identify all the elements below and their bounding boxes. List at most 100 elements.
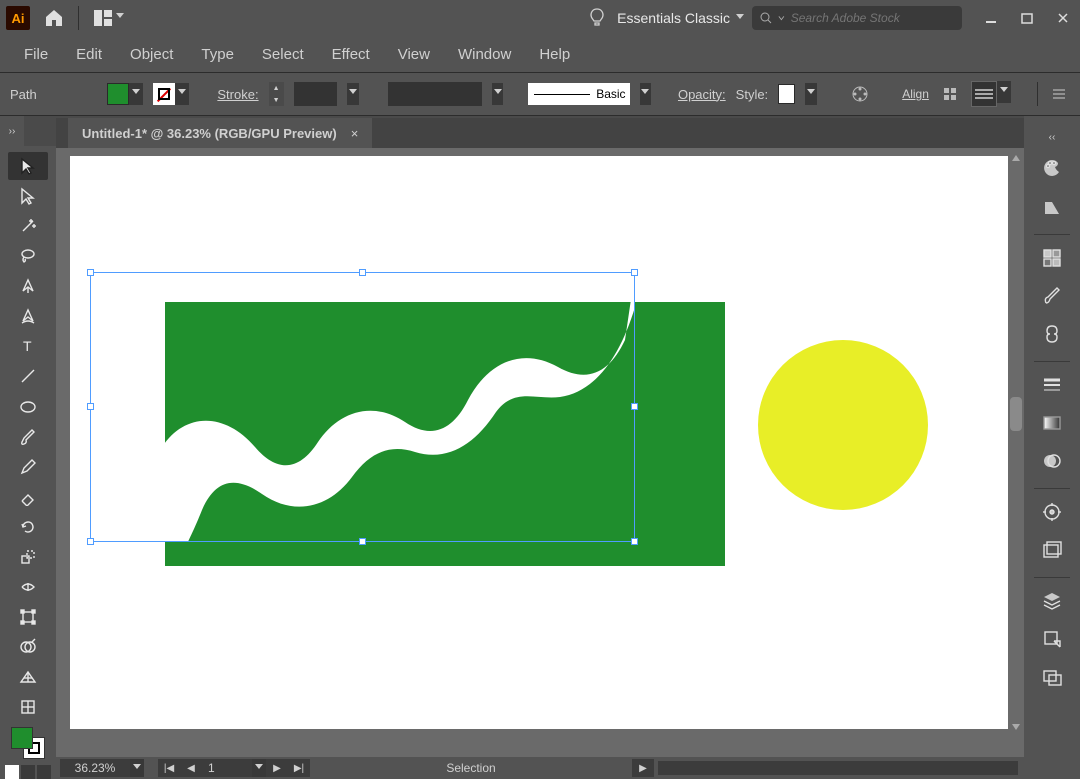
fill-swatch[interactable] — [107, 83, 129, 105]
menu-effect[interactable]: Effect — [318, 38, 384, 71]
menu-window[interactable]: Window — [444, 38, 525, 71]
rotate-tool[interactable] — [8, 513, 48, 541]
perspective-grid-tool[interactable] — [8, 663, 48, 691]
line-tool[interactable] — [8, 362, 48, 390]
gradient-mode-button[interactable] — [21, 765, 35, 779]
free-transform-tool[interactable] — [8, 603, 48, 631]
selection-handle[interactable] — [631, 538, 638, 545]
align-label[interactable]: Align — [902, 87, 929, 101]
yellow-circle-shape[interactable] — [758, 340, 928, 510]
fill-indicator[interactable] — [11, 727, 33, 749]
style-dropdown[interactable] — [805, 83, 817, 105]
artboard-dropdown[interactable] — [252, 759, 266, 777]
variable-width-field[interactable] — [388, 82, 482, 106]
horizontal-scrollbar[interactable] — [658, 761, 1018, 775]
zoom-level-field[interactable]: 36.23% — [60, 759, 130, 777]
brush-dropdown[interactable] — [640, 83, 652, 105]
pencil-tool[interactable] — [8, 453, 48, 481]
color-guide-panel-button[interactable] — [1032, 190, 1072, 224]
curvature-tool[interactable] — [8, 302, 48, 330]
none-mode-button[interactable] — [37, 765, 51, 779]
transform-dropdown[interactable] — [997, 81, 1011, 103]
mesh-tool[interactable] — [8, 693, 48, 721]
stroke-weight-stepper[interactable]: ▲▼ — [269, 82, 284, 106]
recolor-artwork-button[interactable] — [849, 81, 871, 107]
vertical-scrollbar[interactable] — [1010, 156, 1022, 729]
close-button[interactable] — [1052, 7, 1074, 29]
selection-handle[interactable] — [87, 538, 94, 545]
scroll-up-icon[interactable] — [1011, 154, 1021, 162]
selection-tool[interactable] — [8, 152, 48, 180]
align-button-a[interactable] — [939, 81, 961, 107]
color-panel-button[interactable] — [1032, 152, 1072, 186]
workspace-switcher[interactable]: Essentials Classic — [617, 10, 744, 26]
selection-handle[interactable] — [631, 403, 638, 410]
minimize-button[interactable] — [980, 7, 1002, 29]
selection-bounding-box[interactable] — [90, 272, 635, 542]
next-artboard-button[interactable]: ▶ — [266, 759, 288, 777]
home-button[interactable] — [38, 4, 70, 32]
symbols-panel-button[interactable] — [1032, 317, 1072, 351]
menu-object[interactable]: Object — [116, 38, 187, 71]
scroll-down-icon[interactable] — [1011, 723, 1021, 731]
direct-selection-tool[interactable] — [8, 182, 48, 210]
first-artboard-button[interactable]: |◀ — [158, 759, 180, 777]
collapse-panels-button[interactable]: ‹‹ — [1024, 122, 1080, 152]
layers-panel-button[interactable] — [1032, 584, 1072, 618]
variable-width-dropdown[interactable] — [492, 83, 504, 105]
menu-edit[interactable]: Edit — [62, 38, 116, 71]
fill-dropdown[interactable] — [129, 83, 143, 105]
graphic-style-swatch[interactable] — [778, 84, 795, 104]
fill-stroke-indicator[interactable] — [11, 727, 45, 759]
search-input[interactable] — [791, 11, 954, 25]
swatches-panel-button[interactable] — [1032, 241, 1072, 275]
stroke-label[interactable]: Stroke: — [217, 87, 258, 102]
selection-handle[interactable] — [359, 538, 366, 545]
stroke-swatch[interactable] — [153, 83, 175, 105]
stroke-profile-dropdown[interactable] — [347, 83, 359, 105]
search-field[interactable] — [752, 6, 962, 30]
artboard[interactable] — [70, 156, 1008, 729]
stroke-weight-field[interactable] — [294, 82, 338, 106]
opacity-label[interactable]: Opacity: — [678, 87, 726, 102]
ellipse-tool[interactable] — [8, 393, 48, 421]
magic-wand-tool[interactable] — [8, 212, 48, 240]
close-tab-button[interactable]: × — [351, 126, 359, 141]
maximize-button[interactable] — [1016, 7, 1038, 29]
status-next-button[interactable]: ▶ — [632, 759, 654, 777]
selection-handle[interactable] — [87, 269, 94, 276]
asset-export-panel-button[interactable] — [1032, 622, 1072, 656]
brushes-panel-button[interactable] — [1032, 279, 1072, 313]
zoom-dropdown[interactable] — [130, 759, 144, 777]
lasso-tool[interactable] — [8, 242, 48, 270]
selection-handle[interactable] — [87, 403, 94, 410]
menu-file[interactable]: File — [10, 38, 62, 71]
last-artboard-button[interactable]: ▶| — [288, 759, 310, 777]
color-mode-button[interactable] — [5, 765, 19, 779]
width-tool[interactable] — [8, 573, 48, 601]
shape-builder-tool[interactable] — [8, 633, 48, 661]
gradient-panel-button[interactable] — [1032, 406, 1072, 440]
transparency-panel-button[interactable] — [1032, 444, 1072, 478]
graphic-styles-panel-button[interactable] — [1032, 533, 1072, 567]
document-tab[interactable]: Untitled-1* @ 36.23% (RGB/GPU Preview) × — [68, 118, 372, 148]
stroke-panel-button[interactable] — [1032, 368, 1072, 402]
panel-menu-button[interactable] — [1048, 81, 1070, 107]
arrange-documents-button[interactable] — [87, 4, 131, 32]
stroke-dropdown[interactable] — [175, 83, 189, 105]
expand-panels-button[interactable]: ›› — [0, 116, 24, 146]
selection-handle[interactable] — [631, 269, 638, 276]
transform-button[interactable] — [971, 81, 997, 107]
scale-tool[interactable] — [8, 543, 48, 571]
menu-view[interactable]: View — [384, 38, 444, 71]
menu-type[interactable]: Type — [187, 38, 248, 71]
selection-handle[interactable] — [359, 269, 366, 276]
artboards-panel-button[interactable] — [1032, 660, 1072, 694]
discover-button[interactable] — [585, 6, 609, 30]
prev-artboard-button[interactable]: ◀ — [180, 759, 202, 777]
brush-definition[interactable]: Basic — [528, 83, 629, 105]
menu-select[interactable]: Select — [248, 38, 318, 71]
eraser-tool[interactable] — [8, 483, 48, 511]
menu-help[interactable]: Help — [525, 38, 584, 71]
pen-tool[interactable] — [8, 272, 48, 300]
